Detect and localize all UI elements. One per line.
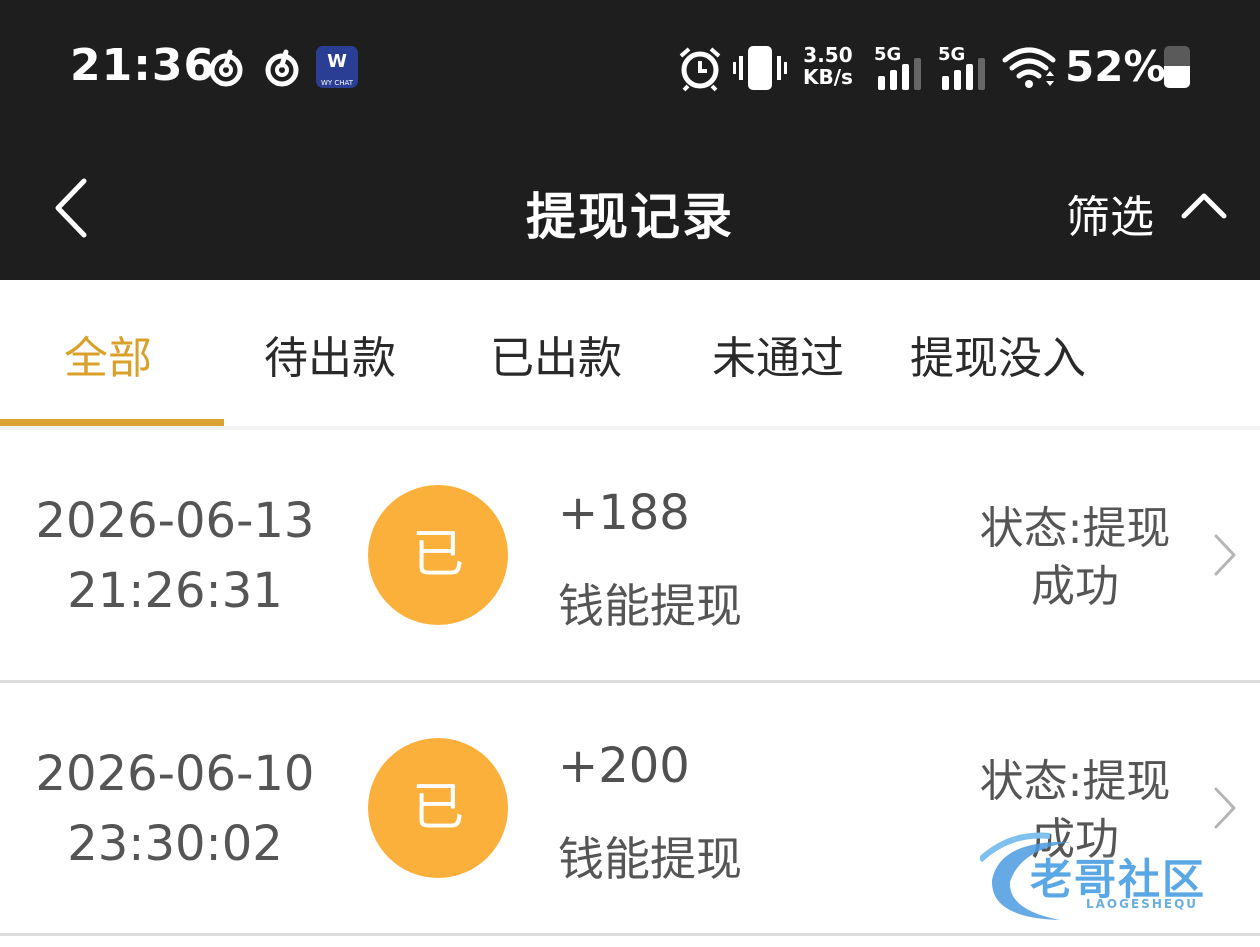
tab-paid[interactable]: 已出款 bbox=[490, 322, 622, 386]
record-date: 2026-06-13 bbox=[35, 493, 315, 549]
battery-fill bbox=[1164, 66, 1190, 88]
record-amount: +188 bbox=[558, 485, 690, 541]
battery-percent: 52% bbox=[1065, 42, 1166, 91]
record-status: 状态:提现 成功 bbox=[960, 500, 1190, 616]
clock: 21:36 bbox=[70, 40, 216, 91]
speed-unit: KB/s bbox=[803, 65, 853, 89]
tab-rejected[interactable]: 未通过 bbox=[712, 322, 844, 386]
watermark-subtext: LAOGESHEQU bbox=[1086, 897, 1199, 911]
record-type: 钱能提现 bbox=[558, 832, 742, 886]
record-status-line1: 状态:提现 bbox=[979, 756, 1171, 807]
app-badge-sub: WY CHAT bbox=[320, 79, 354, 87]
speed-value: 3.50 bbox=[803, 43, 853, 67]
record-type: 钱能提现 bbox=[558, 579, 742, 633]
record-time: 23:30:02 bbox=[67, 816, 283, 872]
status-tabs: 全部 待出款 已出款 未通过 提现没入 bbox=[0, 280, 1260, 430]
tab-not-credited[interactable]: 提现没入 bbox=[910, 322, 1086, 386]
filter-button[interactable]: 筛选 bbox=[1066, 181, 1154, 245]
tab-all[interactable]: 全部 bbox=[64, 322, 152, 386]
status-bar: 21:36 W WY CHAT 3.50 KB/s 5G 5G 52% bbox=[0, 0, 1260, 135]
alarm-icon bbox=[679, 47, 721, 92]
top-bar: 21:36 W WY CHAT 3.50 KB/s 5G 5G 52% 提现记录… bbox=[0, 0, 1260, 280]
netease-music-icon bbox=[209, 49, 243, 87]
signal-icon bbox=[878, 58, 921, 90]
wy-chat-app-icon: W WY CHAT bbox=[316, 46, 358, 88]
vibrate-icon bbox=[733, 46, 787, 90]
chevron-up-icon[interactable] bbox=[1180, 190, 1228, 220]
record-status-line1: 状态:提现 bbox=[979, 503, 1171, 554]
chevron-right-icon bbox=[1214, 534, 1236, 576]
signal-sim2: 5G bbox=[938, 44, 994, 90]
record-amount: +200 bbox=[558, 738, 690, 794]
app-badge-main: W bbox=[327, 51, 347, 72]
list-item[interactable]: 2026-06-13 21:26:31 已 +188 钱能提现 状态:提现 成功 bbox=[0, 430, 1260, 683]
tab-pending[interactable]: 待出款 bbox=[264, 322, 396, 386]
signal-icon bbox=[942, 58, 985, 90]
netease-music-icon bbox=[265, 49, 299, 87]
status-badge: 已 bbox=[368, 738, 508, 878]
active-tab-indicator bbox=[0, 419, 224, 426]
network-speed: 3.50 KB/s bbox=[803, 44, 853, 88]
battery-icon bbox=[1164, 46, 1190, 88]
wifi-icon bbox=[1002, 47, 1056, 88]
record-date: 2026-06-10 bbox=[35, 746, 315, 802]
record-datetime: 2026-06-10 23:30:02 bbox=[0, 739, 350, 879]
signal-sim1: 5G bbox=[874, 44, 930, 90]
nav-header: 提现记录 筛选 bbox=[0, 135, 1260, 280]
chevron-right-icon bbox=[1214, 787, 1236, 829]
record-status-line2: 成功 bbox=[1031, 561, 1119, 612]
status-badge: 已 bbox=[368, 485, 508, 625]
record-datetime: 2026-06-13 21:26:31 bbox=[0, 486, 350, 626]
record-time: 21:26:31 bbox=[67, 563, 283, 619]
